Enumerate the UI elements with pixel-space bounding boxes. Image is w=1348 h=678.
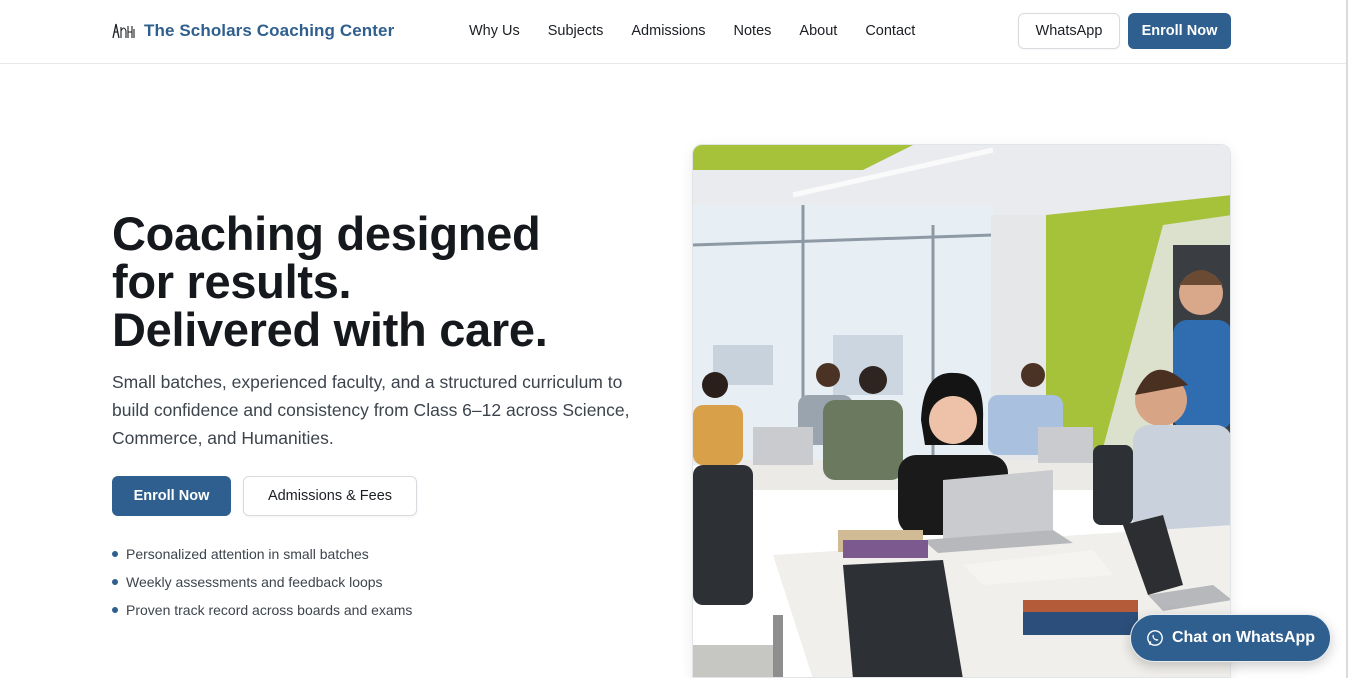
admissions-fees-button[interactable]: Admissions & Fees xyxy=(243,476,417,516)
bullet-dot-icon xyxy=(112,607,118,613)
whatsapp-button[interactable]: WhatsApp xyxy=(1018,13,1120,49)
scholars-logo-icon xyxy=(112,21,136,41)
brand-name: The Scholars Coaching Center xyxy=(144,21,395,40)
main-nav: Why Us Subjects Admissions Notes About C… xyxy=(469,20,915,42)
header-enroll-button[interactable]: Enroll Now xyxy=(1128,13,1231,49)
hero-subtitle: Small batches, experienced faculty, and … xyxy=(112,372,630,448)
hero-title: Coaching designed for results. Delivered… xyxy=(112,210,652,354)
classroom-photo xyxy=(692,144,1231,678)
feature-text: Personalized attention in small batches xyxy=(126,546,369,562)
feature-text: Weekly assessments and feedback loops xyxy=(126,574,383,590)
chat-whatsapp-button[interactable]: Chat on WhatsApp xyxy=(1130,614,1331,662)
hero-title-line: Delivered with care. xyxy=(112,303,548,356)
nav-subjects[interactable]: Subjects xyxy=(548,23,604,39)
hero-title-line: for results. xyxy=(112,255,352,308)
nav-notes[interactable]: Notes xyxy=(734,23,772,39)
list-item: Weekly assessments and feedback loops xyxy=(112,568,412,596)
brand[interactable]: The Scholars Coaching Center xyxy=(112,18,394,44)
nav-admissions[interactable]: Admissions xyxy=(631,23,705,39)
list-item: Personalized attention in small batches xyxy=(112,540,412,568)
feature-list: Personalized attention in small batches … xyxy=(112,540,412,624)
whatsapp-icon xyxy=(1146,629,1164,647)
list-item: Proven track record across boards and ex… xyxy=(112,596,412,624)
hero-enroll-button[interactable]: Enroll Now xyxy=(112,476,231,516)
bullet-dot-icon xyxy=(112,579,118,585)
nav-about[interactable]: About xyxy=(799,23,837,39)
nav-contact[interactable]: Contact xyxy=(865,23,915,39)
nav-why-us[interactable]: Why Us xyxy=(469,23,520,39)
bullet-dot-icon xyxy=(112,551,118,557)
hero-title-line: Coaching designed xyxy=(112,207,541,260)
feature-text: Proven track record across boards and ex… xyxy=(126,602,413,618)
site-header: The Scholars Coaching Center Why Us Subj… xyxy=(0,0,1348,64)
chat-label: Chat on WhatsApp xyxy=(1171,629,1316,646)
